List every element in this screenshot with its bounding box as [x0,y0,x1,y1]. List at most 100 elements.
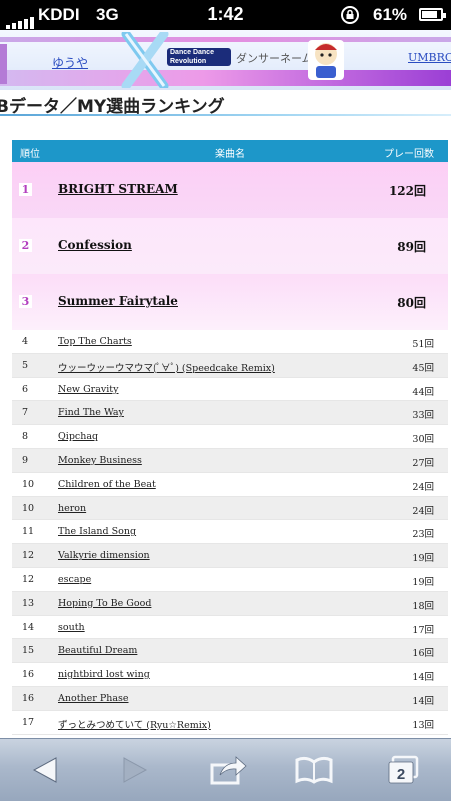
song-link[interactable]: New Gravity [58,384,118,395]
song-link[interactable]: Valkyrie dimension [58,550,150,561]
play-count: 24回 [412,505,434,517]
song-link[interactable]: Another Phase [58,693,129,704]
rank-badge: 2 [19,239,32,252]
table-row: 6 New Gravity 44回 [12,377,448,402]
rank-cell: 16 [22,669,35,681]
song-link[interactable]: nightbird lost wing [58,669,150,680]
rank-cell: 15 [22,645,35,657]
table-header: 順位 楽曲名 プレー回数 [12,140,448,162]
share-icon[interactable] [208,753,248,787]
play-count: 19回 [412,576,434,588]
song-link[interactable]: south [58,622,85,633]
tabs-icon[interactable]: 2 [384,753,424,787]
battery-icon [419,8,446,21]
rank-badge: 1 [19,183,32,196]
rank-cell: 5 [22,359,29,371]
rank-cell: 6 [22,383,29,395]
song-link[interactable]: Children of the Beat [58,479,156,490]
header-stripe [0,37,451,42]
rank-cell: 14 [22,621,35,633]
play-count: 51回 [412,339,434,350]
song-link[interactable]: ウッーウッーウマウマ(ﾟ∀ﾟ) (Speedcake Remix) [58,360,275,374]
rank-cell: 12 [22,550,35,562]
play-count: 18回 [412,600,434,612]
ddr-logo: Dance Dance Revolution [167,48,231,66]
table-row: 7 Find The Way 33回 [12,401,448,426]
table-row: 14 south 17回 [12,615,448,640]
rank-cell: 13 [22,597,35,609]
play-count: 14回 [412,695,434,707]
play-count: 45回 [412,362,434,374]
table-row: 4 Top The Charts 51回 [12,330,448,354]
table-row: 16 nightbird lost wing 14回 [12,663,448,687]
song-link[interactable]: escape [58,574,91,585]
rotation-lock-icon [341,6,359,24]
mascot-character-icon [308,40,344,80]
username-link[interactable]: ゆうや [52,54,88,71]
table-row: 5 ウッーウッーウマウマ(ﾟ∀ﾟ) (Speedcake Remix) 45回 [12,353,448,378]
song-link[interactable]: heron [58,503,86,514]
title-underline [0,114,451,116]
rank-cell: 10 [22,478,35,490]
song-link[interactable]: ずっとみつめていて (Ryu☆Remix) [58,717,211,731]
play-count: 30回 [412,434,434,446]
tab-count: 2 [397,766,405,783]
rank-cell: 11 [22,526,35,538]
rank-cell: 8 [22,431,29,443]
table-row-top: 1 BRIGHT STREAM 122回 [12,162,448,218]
bookmarks-icon[interactable] [294,753,334,787]
rank-cell: 12 [22,573,35,585]
x-logo-icon [121,32,169,88]
status-bar: KDDI 3G 1:42 61% [0,0,451,30]
rank-cell: 16 [22,692,35,704]
page-title-bar: Bデータ／MY選曲ランキング [0,92,451,117]
song-link[interactable]: Monkey Business [58,455,142,466]
table-row: 11 The Island Song 23回 [12,520,448,545]
umbro-link[interactable]: UMBRO! [408,51,451,64]
song-link[interactable]: Hoping To Be Good [58,598,151,609]
rank-cell: 9 [22,454,29,466]
rank-cell: 17 [22,716,35,728]
table-row-top: 3 Summer Fairytale 80回 [12,274,448,330]
browser-toolbar: 2 [0,738,451,801]
play-count: 19回 [412,553,434,565]
ranking-table: 順位 楽曲名 プレー回数 1 BRIGHT STREAM 122回 2 Conf… [12,140,448,735]
play-count: 89回 [397,240,426,254]
table-row: 8 Qipchaq 30回 [12,425,448,449]
rank-cell: 10 [22,502,35,514]
song-link[interactable]: Top The Charts [58,336,132,347]
battery-percent: 61% [373,5,408,24]
table-row: 9 Monkey Business 27回 [12,448,448,473]
song-link[interactable]: Find The Way [58,407,124,418]
header-plays: プレー回数 [384,149,434,160]
play-count: 27回 [412,457,434,469]
song-link[interactable]: Summer Fairytale [58,294,178,308]
play-count: 17回 [412,624,434,636]
play-count: 122回 [388,184,426,198]
play-count: 23回 [412,529,434,541]
song-link[interactable]: Qipchaq [58,431,98,442]
table-row: 12 escape 19回 [12,567,448,592]
table-row: 17 ずっとみつめていて (Ryu☆Remix) 13回 [12,710,448,735]
rank-cell: 7 [22,407,29,419]
play-count: 16回 [412,648,434,660]
song-link[interactable]: The Island Song [58,526,136,537]
table-row: 10 heron 24回 [12,496,448,521]
play-count: 80回 [397,296,426,310]
table-row: 10 Children of the Beat 24回 [12,472,448,497]
song-link[interactable]: Confession [58,238,132,252]
table-row: 12 Valkyrie dimension 19回 [12,544,448,568]
forward-arrow-icon[interactable] [114,753,154,787]
rank-cell: 4 [22,336,29,347]
song-link[interactable]: BRIGHT STREAM [58,182,178,196]
dancer-name-label: ダンサーネーム [236,52,313,65]
song-link[interactable]: Beautiful Dream [58,645,137,656]
table-row: 16 Another Phase 14回 [12,686,448,711]
back-arrow-icon[interactable] [26,753,66,787]
site-header: ゆうや Dance Dance Revolution ダンサーネーム UMBRO… [0,30,451,90]
play-count: 24回 [412,481,434,493]
table-row: 13 Hoping To Be Good 18回 [12,591,448,616]
play-count: 13回 [412,719,434,731]
header-left-accent [0,44,7,84]
table-row-top: 2 Confession 89回 [12,218,448,274]
